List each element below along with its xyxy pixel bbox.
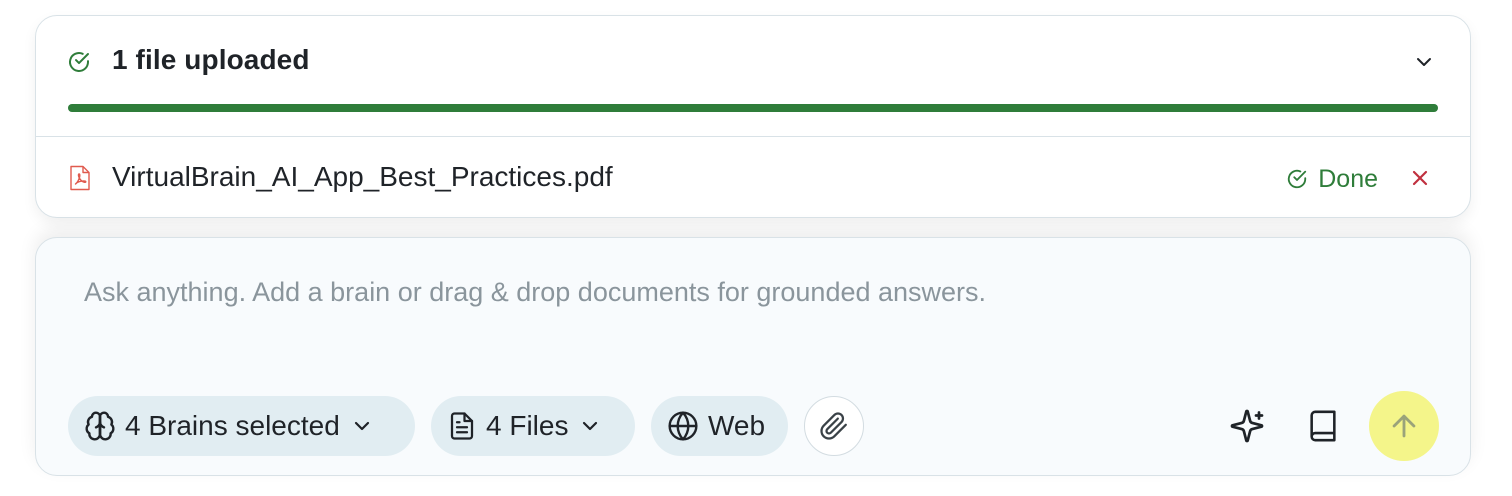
sparkles-icon xyxy=(1230,409,1264,443)
library-button[interactable] xyxy=(1301,404,1345,448)
upload-progress-bar xyxy=(68,104,1438,112)
uploaded-file-row: VirtualBrain_AI_App_Best_Practices.pdf D… xyxy=(36,137,1470,217)
arrow-up-icon xyxy=(1392,414,1416,438)
chevron-down-icon[interactable] xyxy=(1412,50,1436,74)
attach-button[interactable] xyxy=(804,396,864,456)
globe-icon xyxy=(668,411,698,441)
web-search-toggle[interactable]: Web xyxy=(651,396,788,456)
upload-header[interactable]: 1 file uploaded xyxy=(36,16,1470,137)
upload-panel: 1 file uploaded VirtualBrain_AI_App_Best… xyxy=(35,15,1471,218)
upload-title: 1 file uploaded xyxy=(112,44,310,75)
chevron-down-icon xyxy=(583,421,598,431)
pdf-icon xyxy=(70,165,90,191)
files-selector-button[interactable]: 4 Files xyxy=(431,396,635,456)
brains-selector-button[interactable]: 4 Brains selected xyxy=(68,396,415,456)
paperclip-icon xyxy=(820,412,847,440)
document-icon xyxy=(450,412,474,440)
enhance-prompt-button[interactable] xyxy=(1225,404,1269,448)
close-icon[interactable] xyxy=(1408,166,1432,190)
upload-status: Done xyxy=(1286,162,1378,196)
upload-progress-fill xyxy=(68,104,1438,112)
book-icon xyxy=(1310,410,1336,442)
check-circle-icon xyxy=(69,52,89,72)
send-button[interactable] xyxy=(1369,391,1439,461)
brain-icon xyxy=(85,411,115,441)
chevron-down-icon xyxy=(354,421,369,431)
files-selector-label: 4 Files xyxy=(486,410,569,441)
chat-composer: 4 Brains selected 4 Files Web xyxy=(35,237,1471,476)
brains-selector-label: 4 Brains selected xyxy=(125,410,340,441)
status-label: Done xyxy=(1318,164,1378,193)
prompt-input[interactable] xyxy=(84,272,1384,312)
web-search-label: Web xyxy=(708,410,766,441)
check-circle-icon xyxy=(1288,169,1307,189)
file-name: VirtualBrain_AI_App_Best_Practices.pdf xyxy=(112,161,613,192)
